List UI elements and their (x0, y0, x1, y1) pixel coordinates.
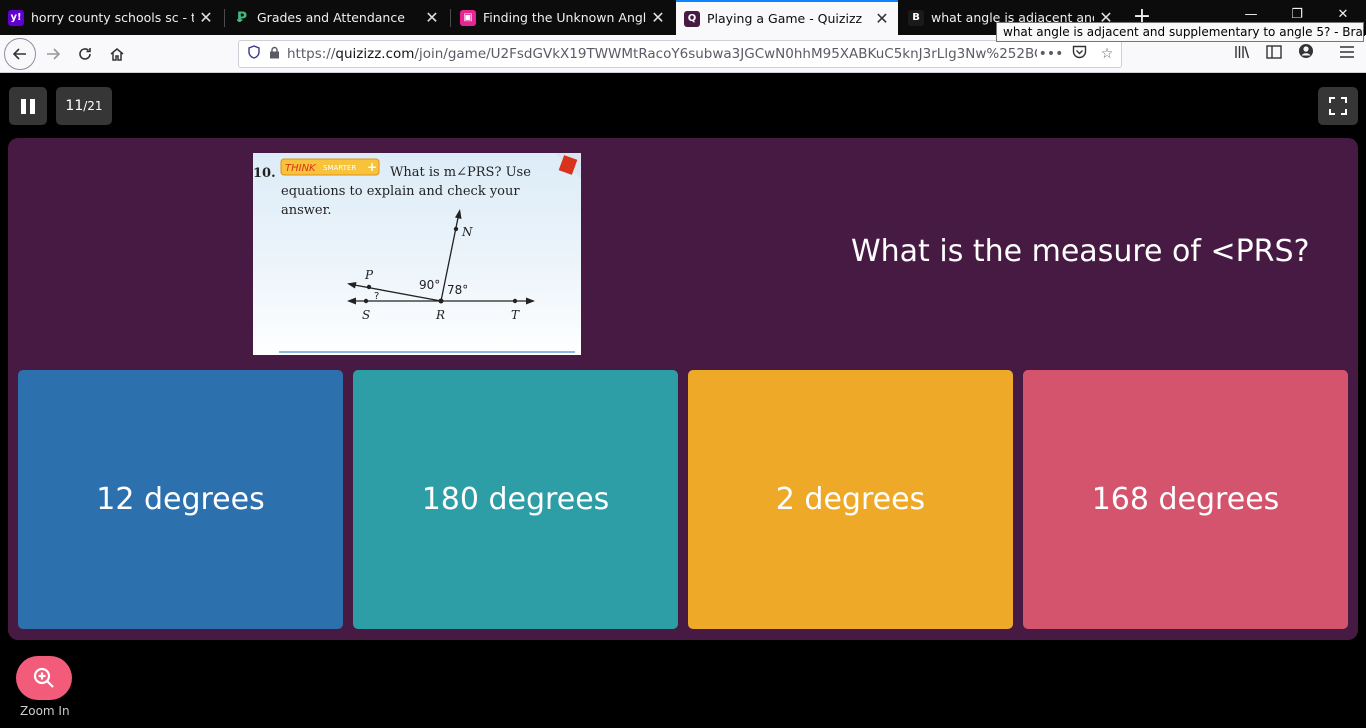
badge-plus: + (367, 160, 377, 174)
quizizz-icon: Q (684, 10, 700, 27)
menu-icon[interactable] (1335, 42, 1359, 66)
fullscreen-icon (1329, 97, 1347, 115)
tab-finding-unknown-angles[interactable]: ▣ Finding the Unknown Angles ✕ (452, 0, 674, 35)
tab-title: Playing a Game - Quizizz (707, 11, 863, 26)
point-r (438, 298, 444, 304)
unknown-angle-label: ? (374, 291, 379, 302)
current-question-number: 11 (65, 98, 84, 114)
lock-icon[interactable] (265, 46, 283, 62)
angle-90-label: 90° (419, 278, 440, 292)
close-tab-icon[interactable]: ✕ (420, 8, 444, 27)
problem-line-1: What is m∠PRS? Use (390, 165, 531, 180)
fullscreen-button[interactable] (1318, 87, 1358, 125)
answer-option-3[interactable]: 2 degrees (688, 370, 1013, 629)
sidebar-icon[interactable] (1262, 42, 1286, 66)
home-icon[interactable] (102, 39, 132, 69)
tab-yahoo-search[interactable]: y! horry county schools sc - trp Ya ✕ (0, 0, 222, 35)
question-text: What is the measure of <PRS? (851, 234, 1310, 269)
url-path: /join/game/U2FsdGVkX19TWWMtRacoY6subwa3J… (414, 46, 1037, 62)
problem-line-2: equations to explain and check your (281, 184, 520, 199)
close-tab-icon[interactable]: ✕ (646, 8, 670, 27)
question-image[interactable]: 10. THINK SMARTER + What is m∠PRS? Use e… (253, 153, 581, 355)
url-text[interactable]: https://quizizz.com/join/game/U2FsdGVkX1… (287, 46, 1037, 62)
pause-icon-bar (30, 98, 35, 114)
badge-think: THINK (285, 163, 317, 174)
label-s: S (362, 308, 370, 322)
zoom-in-label: Zoom In (20, 704, 70, 718)
label-r: R (435, 308, 445, 322)
shield-icon[interactable] (243, 45, 265, 63)
arrow-n (455, 209, 462, 219)
pocket-icon[interactable] (1065, 45, 1093, 63)
zoom-in-icon (33, 667, 54, 688)
answer-option-1[interactable]: 12 degrees (18, 370, 343, 629)
tab-tooltip: what angle is adjacent and supplementary… (996, 22, 1366, 42)
arrow-p (347, 282, 357, 289)
tab-title: Finding the Unknown Angles (483, 10, 646, 25)
url-domain: quizizz.com (335, 46, 415, 62)
badge-smarter: SMARTER (323, 164, 356, 172)
label-t: T (511, 308, 520, 322)
tab-title: horry county schools sc - trp Ya (31, 10, 194, 25)
total-questions: /21 (83, 99, 103, 113)
reload-icon[interactable] (70, 39, 100, 69)
close-tab-icon[interactable]: ✕ (870, 9, 894, 28)
yahoo-icon: y! (8, 9, 24, 26)
library-icon[interactable] (1230, 42, 1254, 66)
point-s (363, 298, 369, 304)
arrow-right (526, 297, 535, 305)
powerschool-icon: Ꝑ (236, 9, 248, 26)
angle-78-label: 78° (447, 283, 468, 297)
tab-grades-attendance[interactable]: Ꝑ Grades and Attendance ✕ (226, 0, 448, 35)
tab-quizizz-game[interactable]: Q Playing a Game - Quizizz ✕ (676, 0, 898, 35)
tab-title: Grades and Attendance (257, 10, 405, 25)
question-panel: 10. THINK SMARTER + What is m∠PRS? Use e… (8, 138, 1358, 640)
forward-icon[interactable] (38, 39, 68, 69)
problem-line-3: answer. (281, 203, 332, 218)
page-actions-icon[interactable]: ••• (1037, 46, 1065, 62)
close-tab-icon[interactable]: ✕ (194, 8, 218, 27)
label-n: N (461, 225, 473, 239)
point-p (366, 284, 372, 290)
url-bar[interactable]: https://quizizz.com/join/game/U2FsdGVkX1… (238, 40, 1122, 68)
brainly-icon: B (908, 9, 924, 26)
url-prefix: https:// (287, 46, 336, 62)
pause-button[interactable] (9, 87, 47, 125)
zoom-in-button[interactable] (16, 656, 72, 700)
point-t (512, 298, 518, 304)
tab-separator (450, 9, 451, 27)
point-n (453, 226, 459, 232)
label-p: P (364, 268, 374, 282)
bookmark-star-icon[interactable]: ☆ (1093, 46, 1121, 62)
answer-option-4[interactable]: 168 degrees (1023, 370, 1348, 629)
arrow-left (347, 297, 356, 305)
angle-diagram: 10. THINK SMARTER + What is m∠PRS? Use e… (253, 153, 581, 353)
back-icon[interactable] (4, 38, 36, 70)
tab-separator (224, 9, 225, 27)
pause-icon-bar (21, 98, 26, 114)
quizizz-game: 11/21 10. THINK SMARTER + What is m∠PRS?… (0, 74, 1366, 728)
problem-number: 10. (253, 166, 276, 181)
classroom-icon: ▣ (460, 9, 476, 26)
question-counter: 11/21 (56, 87, 112, 125)
answer-option-2[interactable]: 180 degrees (353, 370, 678, 629)
account-icon[interactable] (1294, 42, 1318, 66)
